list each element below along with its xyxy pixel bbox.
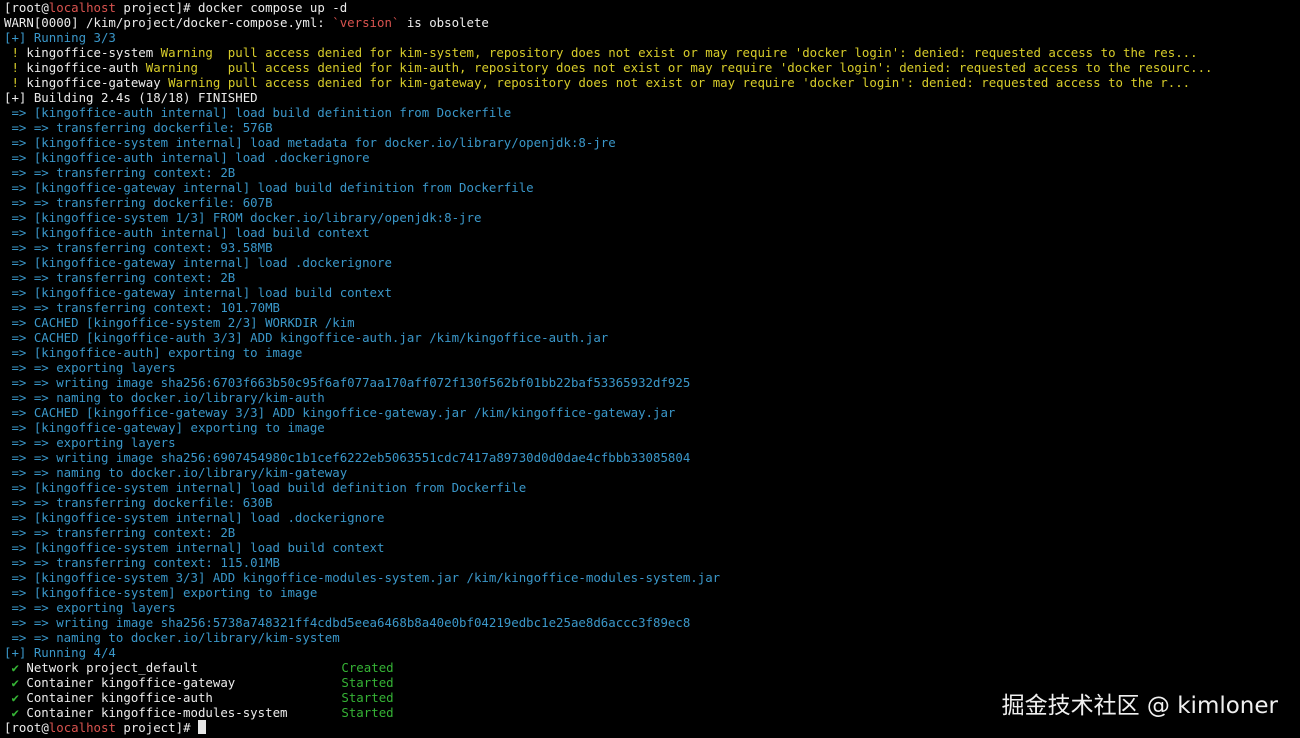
build-step-line: => => writing image sha256:6703f663b50c9… <box>4 375 691 390</box>
terminal-window[interactable]: [root@localhost project]# docker compose… <box>0 0 1300 738</box>
command-text: docker compose up -d <box>197 0 348 15</box>
build-step-line: => [kingoffice-system 3/3] ADD kingoffic… <box>4 570 721 585</box>
build-step-line: => [kingoffice-gateway internal] load bu… <box>4 285 392 300</box>
service-name: kingoffice-gateway <box>26 75 169 90</box>
cursor-block <box>197 720 206 734</box>
warning-text: Warning pull access denied for kim-syste… <box>160 45 1198 60</box>
service-name: kingoffice-auth <box>26 60 146 75</box>
watermark: 掘金技术社区 @ kimloner <box>1001 693 1278 719</box>
build-step-line: => => exporting layers <box>4 360 176 375</box>
build-step-line: => [kingoffice-system internal] load bui… <box>4 480 527 495</box>
resource-name: Container kingoffice-gateway <box>26 675 236 690</box>
build-step-line: => [kingoffice-system 1/3] FROM docker.i… <box>4 210 482 225</box>
prompt-line-final[interactable]: [root@localhost project]# <box>4 720 1300 735</box>
warning-icon: ! <box>4 75 27 90</box>
status-text: Started <box>341 675 394 690</box>
warning-icon: ! <box>4 60 27 75</box>
build-step-line: => => transferring context: 2B <box>4 270 236 285</box>
build-step-line: => => transferring context: 101.70MB <box>4 300 281 315</box>
check-icon: ✔ <box>4 705 27 720</box>
build-step-line: => => transferring context: 2B <box>4 525 236 540</box>
build-step-line: => [kingoffice-gateway internal] load .d… <box>4 255 392 270</box>
build-step-line: => [kingoffice-auth] exporting to image <box>4 345 303 360</box>
prompt-line: [root@localhost project]# docker compose… <box>4 0 348 15</box>
build-step-line: => [kingoffice-gateway internal] load bu… <box>4 180 534 195</box>
building-line: [+] Building 2.4s (18/18) FINISHED <box>4 90 258 105</box>
build-step-line: => => exporting layers <box>4 600 176 615</box>
status-text: Started <box>341 705 394 720</box>
build-step-line: => [kingoffice-system internal] load met… <box>4 135 616 150</box>
build-step-line: => CACHED [kingoffice-gateway 3/3] ADD k… <box>4 405 676 420</box>
warn-quoted: `version` <box>332 15 400 30</box>
pull-warnings: ! kingoffice-system Warning pull access … <box>4 45 1300 90</box>
warning-icon: ! <box>4 45 27 60</box>
check-icon: ✔ <box>4 690 27 705</box>
build-step-line: => => transferring context: 2B <box>4 165 236 180</box>
pull-warning-line: ! kingoffice-gateway Warning pull access… <box>4 75 1300 90</box>
resource-name: Container kingoffice-modules-system <box>26 705 288 720</box>
build-step-line: => => transferring dockerfile: 630B <box>4 495 273 510</box>
build-step-line: => => transferring context: 115.01MB <box>4 555 281 570</box>
build-step-line: => [kingoffice-system] exporting to imag… <box>4 585 318 600</box>
build-step-line: => => exporting layers <box>4 435 176 450</box>
build-steps: => [kingoffice-auth internal] load build… <box>4 105 1300 645</box>
build-step-line: => => transferring dockerfile: 576B <box>4 120 273 135</box>
build-step-line: => => transferring context: 93.58MB <box>4 240 273 255</box>
service-name: kingoffice-system <box>26 45 161 60</box>
build-step-line: => => transferring dockerfile: 607B <box>4 195 273 210</box>
build-step-line: => CACHED [kingoffice-system 2/3] WORKDI… <box>4 315 355 330</box>
build-step-line: => => writing image sha256:5738a748321ff… <box>4 615 691 630</box>
warning-text: Warning pull access denied for kim-gatew… <box>168 75 1191 90</box>
build-step-line: => [kingoffice-auth internal] load build… <box>4 105 512 120</box>
build-step-line: => [kingoffice-auth internal] load build… <box>4 225 370 240</box>
build-step-line: => => naming to docker.io/library/kim-au… <box>4 390 325 405</box>
build-step-line: => => naming to docker.io/library/kim-ga… <box>4 465 348 480</box>
pull-warning-line: ! kingoffice-system Warning pull access … <box>4 45 1300 60</box>
check-icon: ✔ <box>4 675 27 690</box>
warning-text: Warning pull access denied for kim-auth,… <box>145 60 1213 75</box>
build-step-line: => [kingoffice-gateway] exporting to ima… <box>4 420 325 435</box>
build-step-line: => [kingoffice-auth internal] load .dock… <box>4 150 370 165</box>
status-text: Started <box>341 690 394 705</box>
resource-name: Container kingoffice-auth <box>26 690 213 705</box>
status-text: Created <box>341 660 394 675</box>
resource-name: Network project_default <box>26 660 198 675</box>
running-3-line: [+] Running 3/3 <box>4 30 116 45</box>
build-step-line: => CACHED [kingoffice-auth 3/3] ADD king… <box>4 330 609 345</box>
warn-line: WARN[0000] /kim/project/docker-compose.y… <box>4 15 489 30</box>
build-step-line: => => writing image sha256:6907454980c1b… <box>4 450 691 465</box>
prompt-user: root <box>11 0 42 15</box>
build-step-line: => => naming to docker.io/library/kim-sy… <box>4 630 340 645</box>
result-line: ✔ Network project_default Created <box>4 660 1300 675</box>
build-step-line: => [kingoffice-system internal] load bui… <box>4 540 385 555</box>
prompt-host: localhost <box>48 0 116 15</box>
check-icon: ✔ <box>4 660 27 675</box>
pull-warning-line: ! kingoffice-auth Warning pull access de… <box>4 60 1300 75</box>
build-step-line: => [kingoffice-system internal] load .do… <box>4 510 385 525</box>
running-4-line: [+] Running 4/4 <box>4 645 116 660</box>
